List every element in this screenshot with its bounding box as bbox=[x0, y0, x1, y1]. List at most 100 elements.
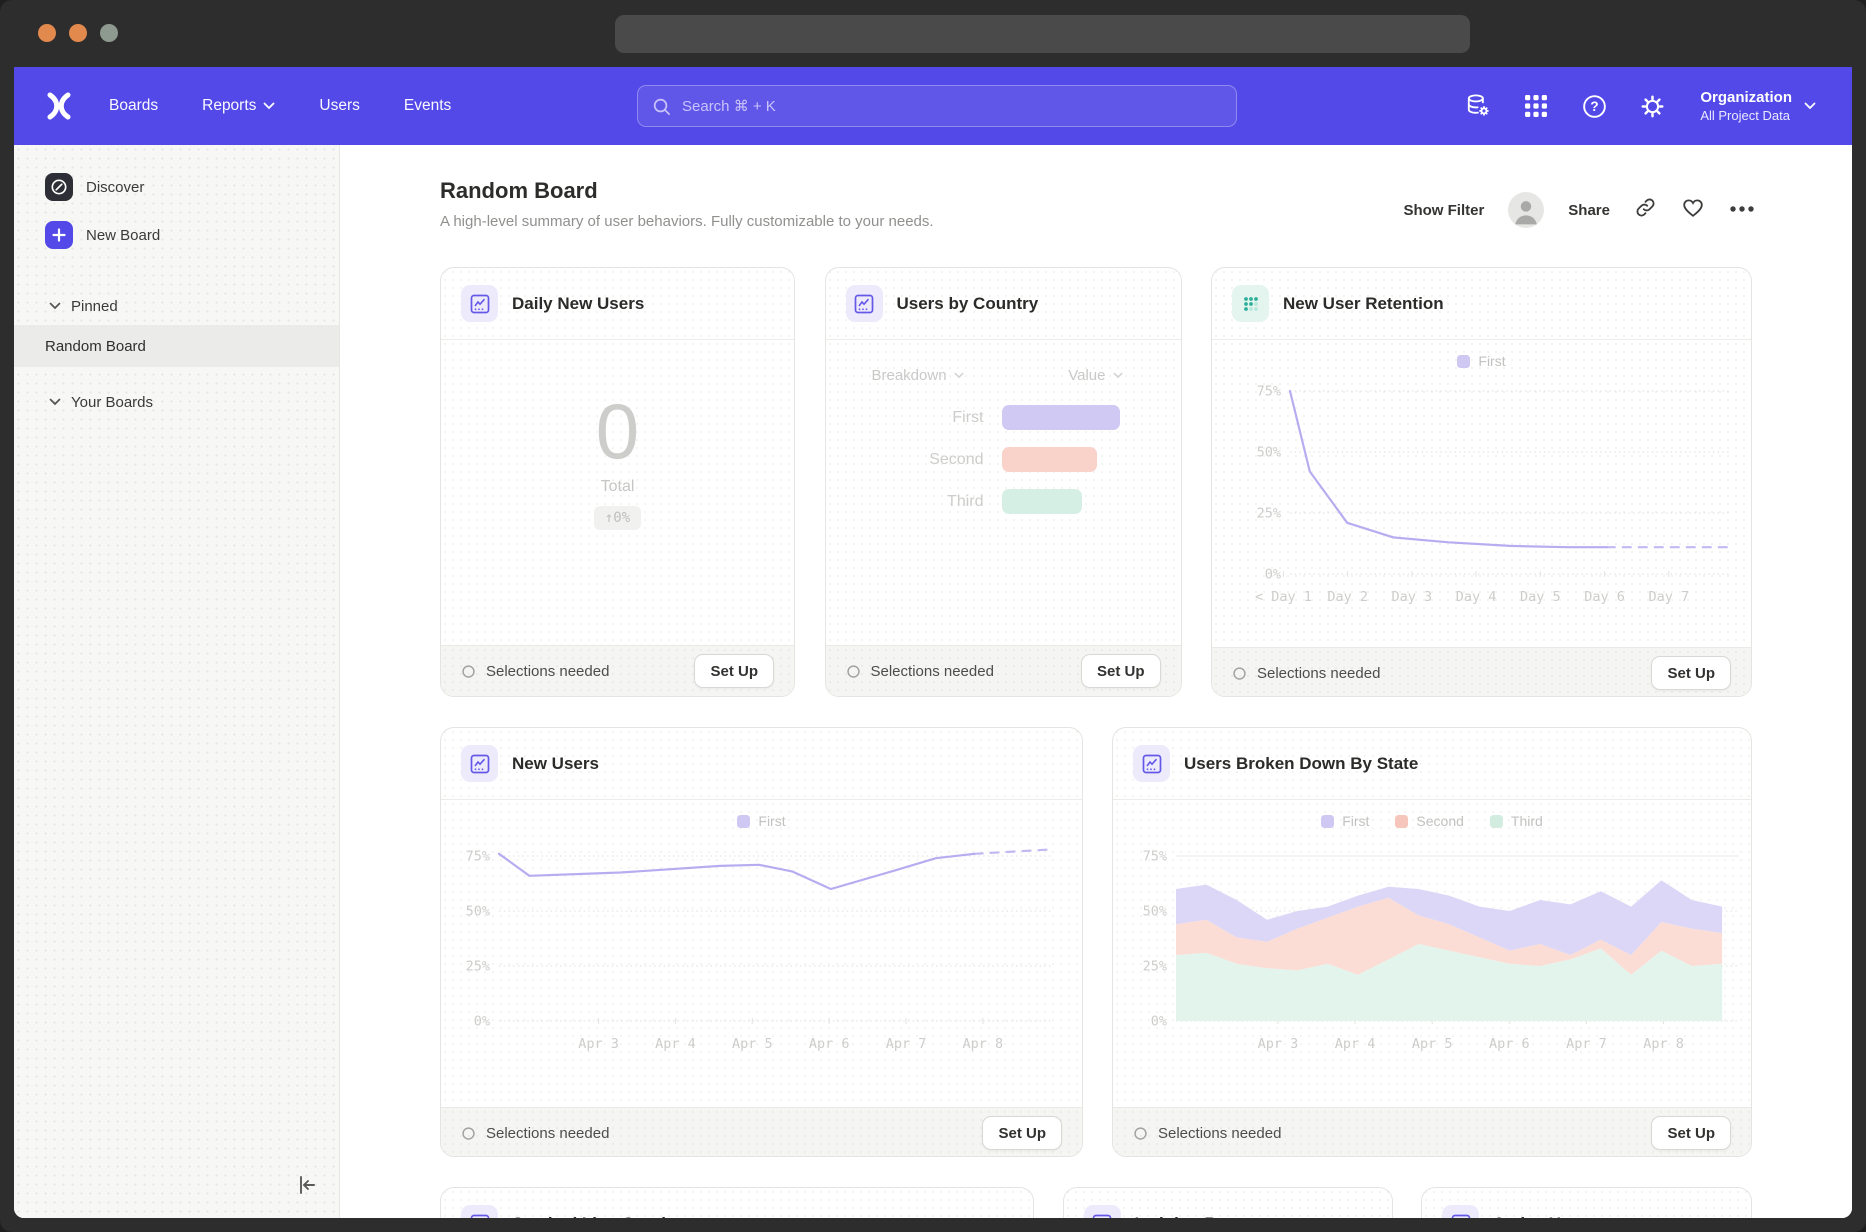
status-selections-needed: Selections needed bbox=[461, 663, 609, 680]
sidebar-section-your-boards[interactable]: Your Boards bbox=[14, 383, 339, 421]
chevron-down-icon bbox=[49, 398, 61, 406]
legend-label: First bbox=[758, 813, 785, 829]
legend-item[interactable]: First bbox=[1457, 353, 1505, 369]
status-label: Selections needed bbox=[486, 1125, 609, 1142]
set-up-button[interactable]: Set Up bbox=[694, 654, 774, 688]
set-up-button[interactable]: Set Up bbox=[982, 1116, 1062, 1150]
status-label: Selections needed bbox=[1158, 1125, 1281, 1142]
value-bar bbox=[1002, 447, 1097, 472]
card-title: New User Retention bbox=[1283, 294, 1444, 314]
x-axis-label: Apr 4 bbox=[655, 1036, 696, 1052]
browser-url-bar[interactable] bbox=[615, 15, 1470, 53]
status-selections-needed: Selections needed bbox=[1133, 1125, 1281, 1142]
traffic-lights bbox=[38, 24, 118, 42]
series-line-forecast bbox=[975, 849, 1052, 853]
country-bars: First Second Third bbox=[826, 405, 1181, 514]
x-axis-label: Day 4 bbox=[1456, 589, 1497, 605]
country-bar-row: Second bbox=[826, 447, 1181, 472]
nav-label: Reports bbox=[202, 97, 256, 115]
chevron-down-icon bbox=[1804, 102, 1816, 110]
avatar[interactable] bbox=[1508, 192, 1544, 228]
x-axis-label: Apr 6 bbox=[1489, 1036, 1530, 1052]
legend-item[interactable]: First bbox=[1321, 813, 1369, 829]
insights-chart-icon bbox=[461, 1205, 498, 1218]
value-bar bbox=[1002, 489, 1082, 514]
y-axis-label: 50% bbox=[1143, 904, 1167, 920]
metric-value: 0 bbox=[596, 392, 639, 470]
chevron-down-icon bbox=[263, 102, 275, 110]
nav-item-reports[interactable]: Reports bbox=[202, 97, 275, 115]
apps-grid-icon[interactable] bbox=[1522, 92, 1550, 120]
nav-item-events[interactable]: Events bbox=[404, 97, 451, 115]
set-up-button[interactable]: Set Up bbox=[1651, 656, 1731, 690]
minimize-window-button[interactable] bbox=[69, 24, 87, 42]
browser-window: Boards Reports Users Events Search ⌘ + K bbox=[0, 0, 1866, 1232]
value-column-header[interactable]: Value bbox=[1068, 367, 1122, 384]
card-title: Active Users bbox=[1493, 1214, 1596, 1219]
card-title: New Users bbox=[512, 754, 599, 774]
app-frame: Boards Reports Users Events Search ⌘ + K bbox=[14, 67, 1852, 1218]
sidebar-item-new-board[interactable]: New Board bbox=[14, 211, 339, 259]
sidebar-item-random-board[interactable]: Random Board bbox=[14, 325, 339, 367]
help-icon[interactable]: ? bbox=[1580, 92, 1608, 120]
legend-item[interactable]: First bbox=[737, 813, 785, 829]
zoom-window-button[interactable] bbox=[100, 24, 118, 42]
country-bar-row: First bbox=[826, 405, 1181, 430]
mixpanel-logo-icon[interactable] bbox=[43, 92, 75, 120]
insights-chart-icon bbox=[1133, 745, 1170, 782]
set-up-button[interactable]: Set Up bbox=[1651, 1116, 1731, 1150]
insights-chart-icon bbox=[1084, 1205, 1121, 1218]
data-management-icon[interactable] bbox=[1464, 92, 1492, 120]
sidebar-item-label: New Board bbox=[86, 227, 160, 244]
org-project: All Project Data bbox=[1700, 108, 1792, 123]
sidebar-item-discover[interactable]: Discover bbox=[14, 163, 339, 211]
cards-row-2: New Users First 75%50%25%0%Apr 3Apr 4Apr… bbox=[340, 727, 1852, 1157]
bar-label: First bbox=[826, 409, 984, 427]
close-window-button[interactable] bbox=[38, 24, 56, 42]
retention-grid-icon bbox=[1232, 285, 1269, 322]
x-axis-label: Day 3 bbox=[1392, 589, 1433, 605]
card-daily-new-users: Daily New Users 0 Total ↑0% Selections n… bbox=[440, 267, 795, 697]
search-icon bbox=[652, 97, 671, 116]
legend-swatch-icon bbox=[737, 815, 750, 828]
x-axis-label: Day 2 bbox=[1327, 589, 1368, 605]
series-line bbox=[1290, 391, 1607, 547]
nav-item-users[interactable]: Users bbox=[319, 97, 359, 115]
new-users-chart: 75%50%25%0%Apr 3Apr 4Apr 5Apr 6Apr 7Apr … bbox=[441, 842, 1082, 1107]
nav-item-boards[interactable]: Boards bbox=[109, 97, 158, 115]
breakdown-column-header[interactable]: Breakdown bbox=[872, 367, 964, 384]
x-axis-label: Apr 5 bbox=[732, 1036, 773, 1052]
show-filter-button[interactable]: Show Filter bbox=[1374, 200, 1484, 220]
compass-icon bbox=[45, 173, 73, 201]
collapse-sidebar-icon[interactable] bbox=[293, 1172, 319, 1198]
cards-row-1: Daily New Users 0 Total ↑0% Selections n… bbox=[340, 267, 1852, 697]
x-axis-label: Day 7 bbox=[1649, 589, 1690, 605]
country-bar-row: Third bbox=[826, 489, 1181, 514]
y-axis-label: 75% bbox=[466, 849, 490, 865]
copy-link-icon[interactable] bbox=[1634, 196, 1657, 224]
sidebar-section-pinned[interactable]: Pinned bbox=[14, 287, 339, 325]
y-axis-label: 0% bbox=[1265, 567, 1281, 583]
search-input[interactable]: Search ⌘ + K bbox=[637, 85, 1237, 127]
card-stacked-line-graph: Stacked Line Graph bbox=[440, 1187, 1034, 1218]
org-switcher[interactable]: Organization All Project Data bbox=[1700, 89, 1816, 123]
x-axis-label: Apr 5 bbox=[1412, 1036, 1453, 1052]
series-line bbox=[499, 854, 975, 889]
more-options-icon[interactable] bbox=[1729, 201, 1755, 219]
nav-menu: Boards Reports Users Events bbox=[109, 97, 451, 115]
legend-item[interactable]: Third bbox=[1490, 813, 1543, 829]
board-header: Random Board A high-level summary of use… bbox=[340, 145, 1852, 267]
favorite-heart-icon[interactable] bbox=[1681, 196, 1705, 225]
radio-circle-icon bbox=[461, 664, 476, 679]
settings-gear-icon[interactable] bbox=[1638, 92, 1666, 120]
sidebar: Discover New Board Pinned Random Board bbox=[14, 145, 340, 1218]
share-button[interactable]: Share bbox=[1568, 202, 1610, 219]
set-up-button[interactable]: Set Up bbox=[1081, 654, 1161, 688]
status-label: Selections needed bbox=[871, 663, 994, 680]
card-active-users: Active Users bbox=[1421, 1187, 1752, 1218]
nav-label: Events bbox=[404, 97, 451, 115]
status-selections-needed: Selections needed bbox=[461, 1125, 609, 1142]
legend-item[interactable]: Second bbox=[1395, 813, 1463, 829]
chevron-down-icon bbox=[954, 372, 964, 379]
x-axis-label: Apr 7 bbox=[886, 1036, 927, 1052]
